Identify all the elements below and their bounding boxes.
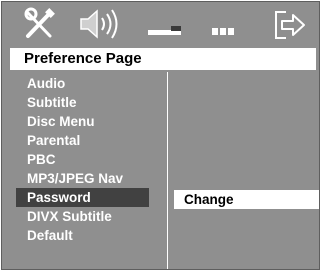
settings-menu: Audio Subtitle Disc Menu Parental PBC MP… [2,72,167,269]
options-panel: Change [168,72,319,269]
menu-item-audio[interactable]: Audio [2,74,167,93]
menu-item-parental[interactable]: Parental [2,131,167,150]
menu-item-pbc[interactable]: PBC [2,150,167,169]
preference-page-icon[interactable] [209,6,239,42]
settings-menu-list: Audio Subtitle Disc Menu Parental PBC MP… [2,74,167,245]
exit-setup-icon[interactable] [272,6,308,42]
general-setup-icon[interactable] [22,6,58,42]
audio-setup-icon[interactable] [77,6,123,42]
menu-item-password[interactable]: Password [16,188,149,207]
menu-item-subtitle[interactable]: Subtitle [2,93,167,112]
menu-item-disc-menu[interactable]: Disc Menu [2,112,167,131]
page-title: Preference Page [10,48,316,70]
video-setup-icon[interactable] [147,6,183,42]
option-change[interactable]: Change [174,190,319,209]
menu-item-default[interactable]: Default [2,226,167,245]
menu-item-mp3-jpeg-nav[interactable]: MP3/JPEG Nav [2,169,167,188]
setup-icon-bar [2,2,319,47]
setup-screen: Preference Page Audio Subtitle Disc Menu… [1,1,320,270]
menu-item-divx-subtitle[interactable]: DIVX Subtitle [2,207,167,226]
